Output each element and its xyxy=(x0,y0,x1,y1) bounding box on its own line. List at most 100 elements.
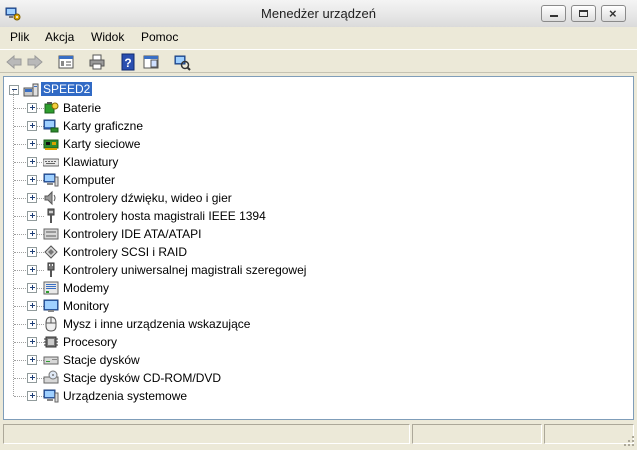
tree-node[interactable]: Karty sieciowe xyxy=(4,135,364,153)
tree-root[interactable]: SPEED2 xyxy=(4,81,204,99)
tree-node-label: Kontrolery SCSI i RAID xyxy=(63,245,188,259)
modem-icon xyxy=(43,280,59,296)
title-bar[interactable]: Menedżer urządzeń × xyxy=(0,0,637,28)
scsi-icon xyxy=(43,244,59,260)
device-manager-window: Menedżer urządzeń × Plik Akcja Widok Pom… xyxy=(0,0,637,449)
forward-button[interactable] xyxy=(26,53,44,71)
tree-node[interactable]: Mysz i inne urządzenia wskazujące xyxy=(4,315,364,333)
tree-node-label: Kontrolery uniwersalnej magistrali szere… xyxy=(63,263,307,277)
status-bar xyxy=(0,422,637,449)
usb-icon xyxy=(43,262,59,278)
tree-node[interactable]: Kontrolery hosta magistrali IEEE 1394 xyxy=(4,207,364,225)
menu-file[interactable]: Plik xyxy=(7,30,32,44)
display-adapter-icon xyxy=(43,118,59,134)
tree-node[interactable]: Procesory xyxy=(4,333,364,351)
expand-icon[interactable] xyxy=(27,283,37,293)
view-icon xyxy=(143,55,159,69)
tree-node-label: Urządzenia systemowe xyxy=(63,389,188,403)
tree-node-label: Kontrolery hosta magistrali IEEE 1394 xyxy=(63,209,266,223)
status-cell-tertiary xyxy=(544,424,634,444)
toolbar: ? xyxy=(0,49,637,73)
tree-node-label: Monitory xyxy=(63,299,110,313)
back-icon xyxy=(6,54,22,70)
print-icon xyxy=(89,54,105,70)
expand-icon[interactable] xyxy=(27,103,37,113)
view-button[interactable] xyxy=(142,53,160,71)
keyboard-icon xyxy=(43,154,59,170)
menu-bar: Plik Akcja Widok Pomoc xyxy=(0,27,637,49)
cdrom-icon xyxy=(43,370,59,386)
expand-icon[interactable] xyxy=(27,319,37,329)
tree-node[interactable]: Urządzenia systemowe xyxy=(4,387,364,405)
tree-node[interactable]: Kontrolery SCSI i RAID xyxy=(4,243,364,261)
tree-node[interactable]: Baterie xyxy=(4,99,364,117)
computer-icon xyxy=(43,172,59,188)
tree-node[interactable]: Stacje dysków xyxy=(4,351,364,369)
minimize-button[interactable] xyxy=(541,5,566,22)
scan-hardware-button[interactable] xyxy=(173,53,191,71)
expand-icon[interactable] xyxy=(27,229,37,239)
expand-icon[interactable] xyxy=(27,175,37,185)
menu-help[interactable]: Pomoc xyxy=(138,30,181,44)
properties-button[interactable] xyxy=(57,53,75,71)
battery-icon xyxy=(43,100,59,116)
tree-node[interactable]: Monitory xyxy=(4,297,364,315)
monitor-icon xyxy=(43,298,59,314)
tree-node-label: Procesory xyxy=(63,335,118,349)
menu-view[interactable]: Widok xyxy=(88,30,127,44)
tree-node-label: Stacje dysków xyxy=(63,353,140,367)
tree-node[interactable]: Kontrolery uniwersalnej magistrali szere… xyxy=(4,261,364,279)
expand-icon[interactable] xyxy=(27,193,37,203)
mouse-icon xyxy=(43,316,59,332)
expand-icon[interactable] xyxy=(27,391,37,401)
tree-node[interactable]: Karty graficzne xyxy=(4,117,364,135)
resize-grip-icon[interactable] xyxy=(623,435,635,447)
root-label: SPEED2 xyxy=(41,82,93,96)
expand-icon[interactable] xyxy=(27,121,37,131)
tree-node[interactable]: Kontrolery dźwięku, wideo i gier xyxy=(4,189,364,207)
help-icon: ? xyxy=(121,53,135,71)
expand-icon[interactable] xyxy=(27,301,37,311)
tree-node[interactable]: Komputer xyxy=(4,171,364,189)
tree-node-label: Klawiatury xyxy=(63,155,119,169)
tree-node-label: Kontrolery IDE ATA/ATAPI xyxy=(63,227,202,241)
tree-node-label: Mysz i inne urządzenia wskazujące xyxy=(63,317,251,331)
status-cell-main xyxy=(3,424,410,444)
expand-icon[interactable] xyxy=(27,157,37,167)
properties-icon xyxy=(58,55,74,69)
expand-icon[interactable] xyxy=(27,355,37,365)
expand-icon[interactable] xyxy=(27,373,37,383)
menu-action[interactable]: Akcja xyxy=(42,30,77,44)
expand-icon[interactable] xyxy=(27,247,37,257)
help-button[interactable]: ? xyxy=(119,53,137,71)
back-button[interactable] xyxy=(5,53,23,71)
tree-node[interactable]: Klawiatury xyxy=(4,153,364,171)
tree-node-label: Karty sieciowe xyxy=(63,137,141,151)
tree-node-label: Baterie xyxy=(63,101,102,115)
tree-node[interactable]: Stacje dysków CD-ROM/DVD xyxy=(4,369,364,387)
maximize-icon xyxy=(579,10,588,17)
computer-root-icon xyxy=(23,82,39,98)
ide-icon xyxy=(43,226,59,242)
firewire-icon xyxy=(43,208,59,224)
svg-text:?: ? xyxy=(124,56,131,70)
network-card-icon xyxy=(43,136,59,152)
maximize-button[interactable] xyxy=(571,5,596,22)
expand-icon[interactable] xyxy=(27,337,37,347)
tree-node[interactable]: Modemy xyxy=(4,279,364,297)
tree-node-label: Komputer xyxy=(63,173,116,187)
tree-node-label: Kontrolery dźwięku, wideo i gier xyxy=(63,191,232,205)
expand-icon[interactable] xyxy=(27,139,37,149)
tree-node-label: Karty graficzne xyxy=(63,119,144,133)
forward-icon xyxy=(27,54,43,70)
expand-icon[interactable] xyxy=(27,265,37,275)
print-button[interactable] xyxy=(88,53,106,71)
close-button[interactable]: × xyxy=(601,5,626,22)
device-tree[interactable]: SPEED2 Baterie Karty graficzne Karty sieci… xyxy=(3,76,634,420)
expand-icon[interactable] xyxy=(27,211,37,221)
tree-node[interactable]: Kontrolery IDE ATA/ATAPI xyxy=(4,225,364,243)
disk-drive-icon xyxy=(43,352,59,368)
tree-node-label: Stacje dysków CD-ROM/DVD xyxy=(63,371,222,385)
scan-hardware-icon xyxy=(174,55,191,71)
system-devices-icon xyxy=(43,388,59,404)
